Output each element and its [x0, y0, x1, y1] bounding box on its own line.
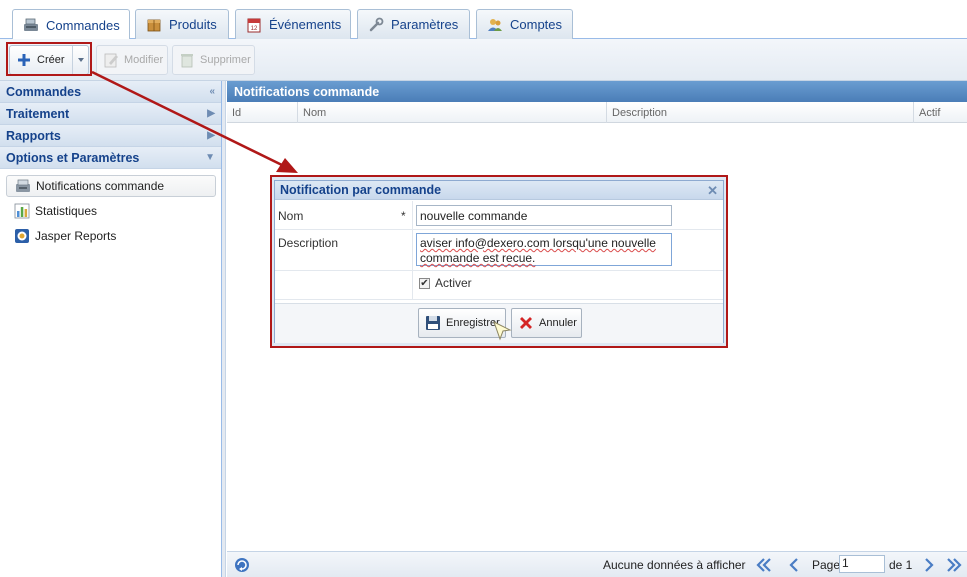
description-textarea[interactable]: aviser info@dexero.com lorsqu'une nouvel…	[416, 233, 672, 266]
tab-label: Événements	[269, 17, 342, 32]
row-divider	[412, 230, 413, 270]
delete-button-label: Supprimer	[200, 54, 251, 66]
refresh-icon[interactable]	[233, 556, 251, 574]
column-header-nom[interactable]: Nom	[297, 102, 606, 123]
empty-grid-message: Aucune données à afficher	[603, 558, 746, 572]
row-divider	[412, 271, 413, 299]
box-icon	[147, 19, 161, 31]
tab-produits[interactable]: Produits	[135, 9, 229, 39]
page-number-input[interactable]: 1	[839, 555, 885, 573]
previous-page-icon[interactable]	[785, 556, 803, 574]
grid-column-headers: Id Nom Description Actif	[227, 102, 967, 123]
first-page-icon[interactable]	[755, 556, 773, 574]
grid-title: Notifications commande	[227, 81, 967, 102]
action-toolbar: Créer Modifier Supprimer	[0, 39, 967, 81]
next-page-icon[interactable]	[920, 556, 938, 574]
tab-evenements[interactable]: 12 Événements	[235, 9, 351, 39]
cancel-button-label: Annuler	[539, 317, 577, 329]
activer-checkbox[interactable]: ✔ Activer	[419, 276, 472, 290]
section-rapports[interactable]: Rapports ▶	[0, 125, 221, 147]
checkbox-check-icon[interactable]: ✔	[419, 277, 430, 289]
section-label: Traitement	[6, 106, 70, 121]
sidebar-item-label: Jasper Reports	[35, 229, 117, 243]
last-page-icon[interactable]	[945, 556, 963, 574]
sidebar-item-statistiques[interactable]: Statistiques	[6, 200, 216, 222]
svg-text:12: 12	[251, 26, 258, 32]
modify-button[interactable]: Modifier	[96, 45, 168, 75]
floppy-disk-icon	[426, 316, 440, 330]
column-header-actif[interactable]: Actif	[913, 102, 967, 123]
form-row-description: Description aviser info@dexero.com lorsq…	[275, 230, 723, 271]
section-options-parametres[interactable]: Options et Paramètres ▼	[0, 147, 221, 169]
sidebar-item-notifications[interactable]: Notifications commande	[6, 175, 216, 197]
section-label: Options et Paramètres	[6, 150, 140, 165]
section-label: Rapports	[6, 128, 61, 143]
tab-label: Comptes	[510, 17, 563, 32]
close-icon[interactable]: ✕	[707, 183, 718, 199]
section-label: Commandes	[6, 84, 82, 99]
users-icon	[488, 18, 502, 31]
activer-label: Activer	[435, 276, 472, 290]
tab-parametres[interactable]: Paramètres	[357, 9, 470, 39]
report-icon	[15, 229, 29, 243]
expand-icon: ▶	[207, 108, 215, 119]
column-header-id[interactable]: Id	[227, 102, 297, 123]
expanded-icon: ▼	[205, 152, 215, 163]
panel-splitter[interactable]	[222, 81, 226, 577]
sidebar-item-label: Notifications commande	[36, 179, 165, 193]
red-x-icon	[520, 317, 532, 329]
grid-pager: Aucune données à afficher Page 1 de 1	[227, 551, 967, 577]
bar-chart-icon	[14, 203, 30, 219]
tab-label: Commandes	[46, 17, 120, 33]
row-divider	[412, 201, 413, 229]
register-icon	[24, 18, 38, 31]
section-traitement[interactable]: Traitement ▶	[0, 103, 221, 125]
nom-input[interactable]: nouvelle commande	[416, 205, 672, 226]
description-label: Description	[278, 236, 339, 250]
create-button-highlight	[6, 42, 92, 76]
form-row-nom: Nom * nouvelle commande	[275, 201, 723, 230]
collapse-icon[interactable]: «	[209, 86, 215, 97]
section-commandes[interactable]: Commandes «	[0, 81, 221, 103]
sidebar-item-jasper-reports[interactable]: Jasper Reports	[6, 225, 216, 247]
delete-button[interactable]: Supprimer	[172, 45, 255, 75]
form-row-actif: ✔ Activer	[275, 271, 723, 300]
notification-icon	[16, 179, 30, 192]
tab-commandes[interactable]: Commandes	[12, 9, 130, 40]
dialog-title-bar: Notification par commande ✕	[275, 181, 723, 200]
left-navigation-panel: Commandes « Traitement ▶ Rapports ▶ Opti…	[0, 81, 222, 577]
tab-label: Produits	[169, 17, 217, 32]
page-total: de 1	[889, 558, 913, 572]
page-label: Page	[812, 558, 841, 572]
tab-comptes[interactable]: Comptes	[476, 9, 573, 39]
trash-icon	[181, 54, 193, 68]
edit-icon	[104, 53, 118, 68]
sidebar-item-label: Statistiques	[35, 204, 98, 218]
expand-icon: ▶	[207, 130, 215, 141]
column-header-description[interactable]: Description	[606, 102, 913, 123]
tab-label: Paramètres	[391, 17, 459, 32]
calendar-icon: 12	[247, 18, 261, 32]
modify-button-label: Modifier	[124, 54, 164, 66]
dialog-title: Notification par commande	[280, 183, 442, 197]
main-tab-strip: Commandes Produits 12 Événements Paramèt…	[0, 0, 967, 40]
wrench-icon	[369, 17, 384, 31]
cancel-button[interactable]: Annuler	[511, 308, 582, 338]
required-marker: *	[401, 209, 406, 223]
mouse-pointer-icon	[493, 320, 512, 341]
nom-label: Nom	[278, 209, 304, 223]
